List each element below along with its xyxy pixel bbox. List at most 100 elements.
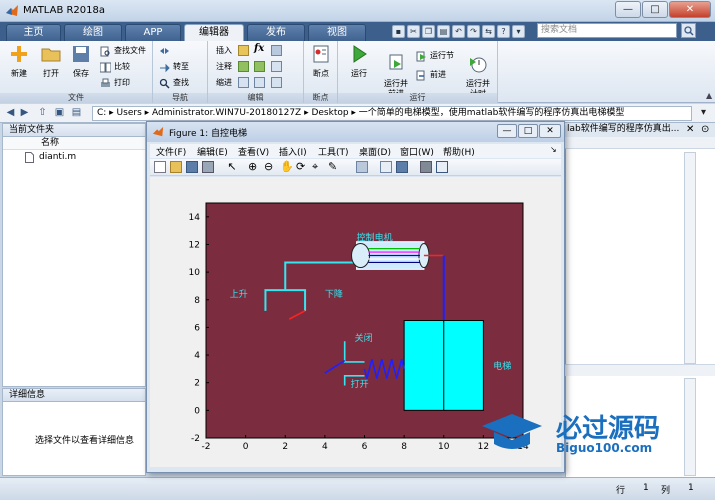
figure-minimize-button[interactable]: — [497,124,517,138]
insert-section-icon[interactable] [238,45,249,56]
menu-view[interactable]: 查看(V) [238,145,269,158]
run-section-button[interactable]: 运行节 [416,50,454,63]
wrap-comments-icon[interactable] [271,61,282,72]
current-folder-title: 当前文件夹 [3,124,145,137]
browse-folder-icon[interactable]: ▣ [53,107,66,120]
zoom-out-icon[interactable]: ⊖ [264,161,276,173]
nav-arrows[interactable] [159,45,173,58]
maximize-button[interactable]: □ [642,1,668,18]
indent-button[interactable]: 缩进 [213,77,232,90]
close-label: 关闭 [355,332,373,344]
switch-windows-icon[interactable]: ⇆ [482,25,495,38]
command-scrollbar[interactable] [684,378,696,476]
back-forward-icon [160,48,169,54]
dock-figure-icon[interactable]: ↘ [550,145,557,154]
name-column-header[interactable]: 名称 [3,137,145,150]
new-figure-icon[interactable] [154,161,166,173]
menu-edit[interactable]: 编辑(E) [197,145,228,158]
undo-icon[interactable]: ↶ [452,25,465,38]
comment-percent-icon[interactable] [238,61,249,72]
menu-tools[interactable]: 工具(T) [318,145,349,158]
decrease-indent-icon[interactable] [271,77,282,88]
save-figure-icon[interactable] [186,161,198,173]
search-button[interactable] [681,23,696,38]
find-files-button[interactable]: 查找文件 [100,45,146,58]
find-button[interactable]: 查找 [159,77,189,90]
editor-vertical-scrollbar[interactable] [684,152,696,364]
tab-plots[interactable]: 绘图 [64,24,122,41]
pointer-icon[interactable]: ↖ [226,161,238,173]
current-path[interactable]: C: ▸ Users ▸ Administrator.WIN7U-2018012… [92,106,692,121]
increase-indent-icon[interactable] [254,77,265,88]
tab-editor[interactable]: 编辑器 [184,24,244,41]
title-bar: MATLAB R2018a — □ ✕ [0,0,715,22]
file-item[interactable]: dianti.m [3,150,145,164]
advance-button[interactable]: 前进 [416,69,446,82]
y-tick-label: 2 [194,379,200,389]
back-icon[interactable]: ◀ [4,107,17,120]
breakpoints-button[interactable]: 断点 [306,44,336,79]
tab-apps[interactable]: APP [125,24,181,41]
collapse-ribbon-icon[interactable]: ▲ [706,91,712,100]
menu-window[interactable]: 窗口(W) [400,145,434,158]
tab-publish[interactable]: 发布 [247,24,305,41]
close-button[interactable]: ✕ [669,1,711,18]
pan-hand-icon[interactable]: ✋ [280,161,294,173]
minimize-button[interactable]: — [615,1,641,18]
rotate-3d-icon[interactable]: ⟳ [296,161,308,173]
fx-icon[interactable]: fx [254,43,264,54]
smart-indent-icon[interactable] [238,77,249,88]
root-folder-icon[interactable]: ▤ [70,107,83,120]
up-folder-icon[interactable]: ⇧ [36,107,49,120]
figure-maximize-button[interactable]: □ [518,124,538,138]
brush-icon[interactable]: ✎ [328,161,340,173]
figure-close-button[interactable]: ✕ [539,124,561,138]
help-icon[interactable]: ? [497,25,510,38]
new-button[interactable]: 新建 [4,44,34,79]
legend-icon[interactable] [396,161,408,173]
editor-menu-icon[interactable]: ⊙ [701,124,709,135]
compare-button[interactable]: 比较 [100,61,130,74]
quick-copy-icon[interactable]: ❐ [422,25,435,38]
run-advance-button[interactable]: 运行并 前进 [378,44,414,99]
insert-menu-icon[interactable] [271,45,282,56]
redo-icon[interactable]: ↷ [467,25,480,38]
menu-desktop[interactable]: 桌面(D) [359,145,391,158]
uncomment-icon[interactable] [254,61,265,72]
menu-insert[interactable]: 插入(I) [279,145,307,158]
link-plot-icon[interactable] [356,161,368,173]
editor-close-icon[interactable]: ✕ [686,124,694,135]
navigate-group-label: 导航 [153,93,207,103]
run-play-icon [353,45,367,63]
search-docs-input[interactable]: 搜索文档 [537,23,677,38]
comment-button[interactable]: 注释 [213,61,232,74]
quick-access-menu-icon[interactable]: ▾ [512,25,525,38]
quick-cut-icon[interactable]: ✂ [407,25,420,38]
open-file-icon[interactable] [170,161,182,173]
run-group: 运行 运行并 前进 运行节 前进 运行并 计时 运行 [338,41,498,103]
hide-plot-tools-icon[interactable] [420,161,432,173]
path-dropdown-icon[interactable]: ▾ [697,107,710,120]
print-figure-icon[interactable] [202,161,214,173]
elevator-label: 电梯 [493,360,511,372]
insert-button[interactable]: 插入 [213,45,232,58]
quick-paste-icon[interactable]: ▤ [437,25,450,38]
goto-button[interactable]: 转至 [159,61,189,74]
save-button[interactable]: 保存 [66,44,96,79]
colorbar-icon[interactable] [380,161,392,173]
new-plus-icon [11,46,27,62]
menu-help[interactable]: 帮助(H) [443,145,475,158]
tab-view[interactable]: 视图 [308,24,366,41]
forward-icon[interactable]: ▶ [18,107,31,120]
data-cursor-icon[interactable]: ⌖ [312,161,324,173]
run-button[interactable]: 运行 [344,44,374,79]
run-and-time-button[interactable]: 运行并 计时 [460,44,496,99]
figure-title: Figure 1: 自控电梯 [169,129,247,139]
print-button[interactable]: 打印 [100,77,130,90]
show-plot-tools-icon[interactable] [436,161,448,173]
zoom-in-icon[interactable]: ⊕ [248,161,260,173]
quick-save-icon[interactable]: ▪ [392,25,405,38]
menu-file[interactable]: 文件(F) [156,145,186,158]
tab-home[interactable]: 主页 [6,24,61,41]
open-button[interactable]: 打开 [36,44,66,79]
